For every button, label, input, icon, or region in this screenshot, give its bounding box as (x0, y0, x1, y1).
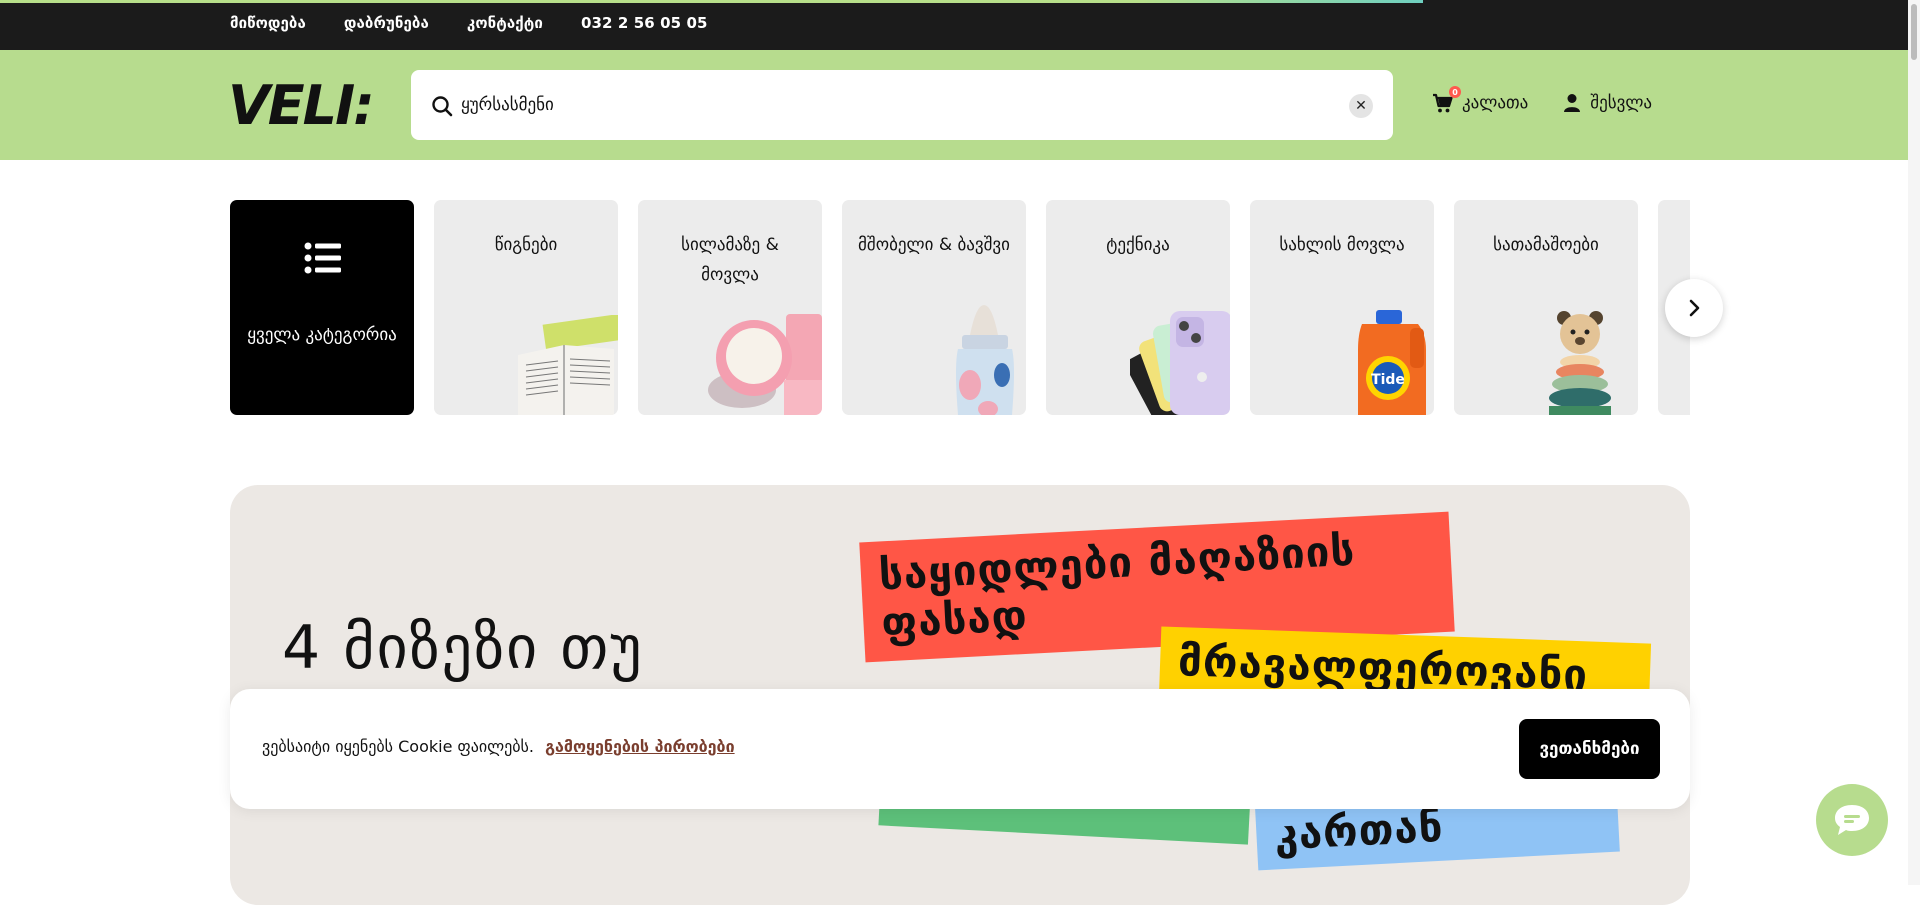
returns-link[interactable]: დაბრუნება (344, 14, 429, 32)
cookie-accept-button[interactable]: ვეთანხმები (1519, 719, 1660, 779)
user-icon (1564, 94, 1581, 112)
detergent-image: Tide (1358, 310, 1426, 415)
category-books[interactable]: წიგნები (434, 200, 618, 415)
cookie-consent-banner: ვებსაიტი იყენებს Cookie ფაილებს. გამოყენ… (230, 689, 1690, 809)
cream-jar-image (708, 314, 822, 415)
clear-search-button[interactable]: ✕ (1349, 94, 1373, 118)
close-icon: ✕ (1355, 98, 1367, 114)
login-button[interactable]: შესვლა (1562, 93, 1652, 113)
category-label: სათამაშოები (1493, 235, 1599, 255)
chat-button[interactable] (1816, 784, 1888, 856)
delivery-link[interactable]: მიწოდება (230, 14, 306, 32)
list-icon (304, 242, 341, 274)
phone-link[interactable]: 032 2 56 05 05 (581, 14, 708, 32)
category-label: წიგნები (494, 235, 558, 255)
search-bar[interactable]: ✕ (411, 70, 1393, 140)
cart-count-badge: 0 (1449, 86, 1461, 98)
svg-text:Tide: Tide (1371, 372, 1405, 388)
page-scrollbar[interactable] (1908, 0, 1920, 885)
veli-logo[interactable]: VELI: (228, 80, 398, 130)
banner-headline: 4 მიზეზი თუ (282, 613, 644, 683)
top-bar: მიწოდება დაბრუნება კონტაქტი 032 2 56 05 … (0, 0, 1920, 50)
book-image (518, 315, 618, 415)
login-label: შესვლა (1590, 93, 1653, 113)
top-links: მიწოდება დაბრუნება კონტაქტი 032 2 56 05 … (230, 14, 708, 32)
carousel-next-button[interactable] (1665, 279, 1723, 337)
baby-bottle-image (956, 305, 1014, 415)
cookie-text: ვებსაიტი იყენებს Cookie ფაილებს. გამოყენ… (262, 737, 735, 756)
cart-icon: 0 (1432, 86, 1461, 114)
chevron-right-icon (1689, 299, 1700, 317)
category-all[interactable]: ყველა კატეგორია (230, 200, 414, 415)
header-actions: 0 კალათა შესვლა (1432, 86, 1652, 114)
category-beauty[interactable]: სილამაზე & მოვლა (638, 200, 822, 415)
phone-image (1130, 311, 1230, 415)
cart-button[interactable]: 0 კალათა (1432, 86, 1529, 114)
contact-link[interactable]: კონტაქტი (467, 14, 543, 32)
cart-label: კალათა (1462, 93, 1529, 113)
category-parent-child[interactable]: მშობელი & ბავშვი (842, 200, 1026, 415)
category-label: ტექნიკა (1106, 235, 1170, 255)
page-load-progress-bar (0, 0, 1423, 3)
category-toys[interactable]: სათამაშოები (1454, 200, 1638, 415)
search-icon (432, 96, 453, 117)
category-label: ყველა კატეგორია (247, 325, 397, 345)
search-input[interactable] (461, 88, 1311, 122)
chat-bubble-icon (1835, 805, 1869, 835)
category-label: სახლის მოვლა (1279, 235, 1405, 255)
category-home-care[interactable]: სახლის მოვლა Tide (1250, 200, 1434, 415)
scrollbar-thumb[interactable] (1911, 4, 1917, 60)
terms-link[interactable]: გამოყენების პირობები (545, 737, 735, 756)
cookie-message: ვებსაიტი იყენებს Cookie ფაილებს. (262, 737, 534, 756)
category-tech[interactable]: ტექნიკა (1046, 200, 1230, 415)
toy-stacker-image (1549, 311, 1611, 415)
category-label: სილამაზე & მოვლა (681, 235, 779, 285)
category-label: მშობელი & ბავშვი (858, 235, 1010, 255)
category-carousel: ყველა კატეგორია წიგნები სილამაზე & მოვლა (230, 200, 1690, 415)
logo-text: VELI: (228, 80, 373, 130)
